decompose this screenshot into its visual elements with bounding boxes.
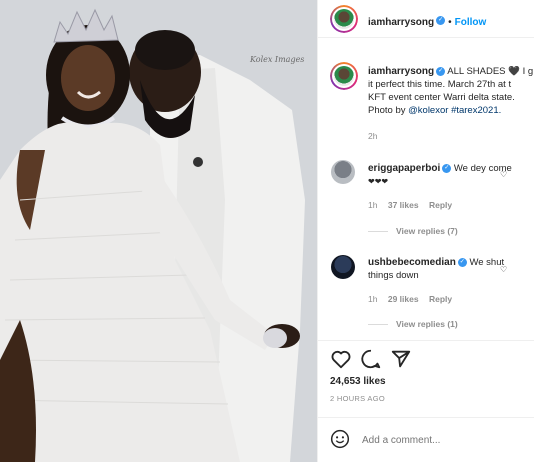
view-replies-label: View replies (1) [396, 319, 458, 329]
view-replies-button[interactable]: View replies (7) [368, 226, 458, 236]
post-side-panel: iamharrysong ✓ • Follow iamharrysong ✓ ALL S… [317, 0, 534, 462]
commenter-avatar[interactable] [331, 160, 355, 184]
comment-text-block: eriggapaperboi ✓ We dey come ❤❤❤ [368, 162, 518, 188]
comment-time[interactable]: 1h [368, 294, 377, 304]
hashtag-link[interactable]: #tarex2021. [451, 105, 501, 116]
photo-by-prefix: Photo by [368, 105, 409, 116]
commenter-username[interactable]: ushbebecomedian [368, 257, 456, 268]
caption-line-2: it perfect this time. March 27th at t [368, 79, 512, 90]
comment-text-block: ushbebecomedian ✓ We shut things down [368, 256, 518, 282]
add-comment-input[interactable] [360, 429, 524, 451]
caption-time[interactable]: 2h [368, 131, 377, 141]
comment-likes-count[interactable]: 29 likes [388, 294, 419, 304]
comment-likes-count[interactable]: 37 likes [388, 200, 419, 210]
caption-avatar[interactable] [330, 62, 358, 90]
commenter-avatar[interactable] [331, 255, 355, 279]
comment-reply-button[interactable]: Reply [429, 200, 452, 210]
paper-plane-icon[interactable] [390, 348, 412, 370]
verified-badge-icon: ✓ [436, 16, 446, 26]
caption-username[interactable]: iamharrysong [368, 66, 434, 77]
comment-text: We shut [469, 257, 505, 268]
caption-line-4: Photo by @kolexor #tarex2021. [368, 104, 534, 117]
view-replies-line [368, 231, 388, 233]
caption-text-block: iamharrysong ✓ ALL SHADES 🖤 I g it perfec… [368, 65, 534, 117]
caption-line-3: KFT event center Warri delta state. [368, 92, 515, 103]
post-action-bar [318, 340, 534, 374]
header-identity: iamharrysong ✓ • Follow [368, 12, 486, 30]
verified-badge-icon: ✓ [442, 163, 452, 173]
verified-badge-icon: ✓ [436, 66, 446, 76]
photographer-mention-link[interactable]: @kolexor [408, 105, 448, 116]
comment-reply-button[interactable]: Reply [429, 294, 452, 304]
comment-time[interactable]: 1h [368, 200, 377, 210]
photographer-signature: Kolex Images [250, 55, 305, 64]
view-replies-button[interactable]: View replies (1) [368, 319, 458, 329]
likes-count[interactable]: 24,653 likes [330, 376, 386, 387]
comment-like-heart-icon[interactable]: ♡ [500, 170, 507, 179]
commenter-username[interactable]: eriggapaperboi [368, 163, 440, 174]
comment-meta: 1h 29 likes Reply [368, 294, 452, 304]
separator-dot: • [448, 17, 452, 28]
author-username[interactable]: iamharrysong [368, 17, 434, 28]
post-photo[interactable]: Kolex Images [0, 0, 317, 462]
author-avatar[interactable] [330, 5, 358, 33]
caption-line-1: ALL SHADES 🖤 I g [447, 66, 534, 77]
comment-like-heart-icon[interactable]: ♡ [500, 265, 507, 274]
add-comment-bar [318, 417, 534, 462]
view-replies-line [368, 324, 388, 326]
post-header: iamharrysong ✓ • Follow [318, 0, 534, 38]
comment-text-line-2: things down [368, 270, 419, 281]
heart-icon[interactable] [330, 348, 352, 370]
speech-bubble-icon[interactable] [360, 348, 382, 370]
post-timestamp[interactable]: 2 HOURS AGO [330, 394, 385, 403]
comment-text-line-2: ❤❤❤ [368, 177, 389, 186]
couple-photo-illustration [0, 0, 317, 462]
verified-badge-icon: ✓ [457, 257, 467, 267]
view-replies-label: View replies (7) [396, 226, 458, 236]
comment-meta: 1h 37 likes Reply [368, 200, 452, 210]
follow-button[interactable]: Follow [455, 17, 487, 28]
smiley-icon[interactable] [330, 429, 350, 449]
